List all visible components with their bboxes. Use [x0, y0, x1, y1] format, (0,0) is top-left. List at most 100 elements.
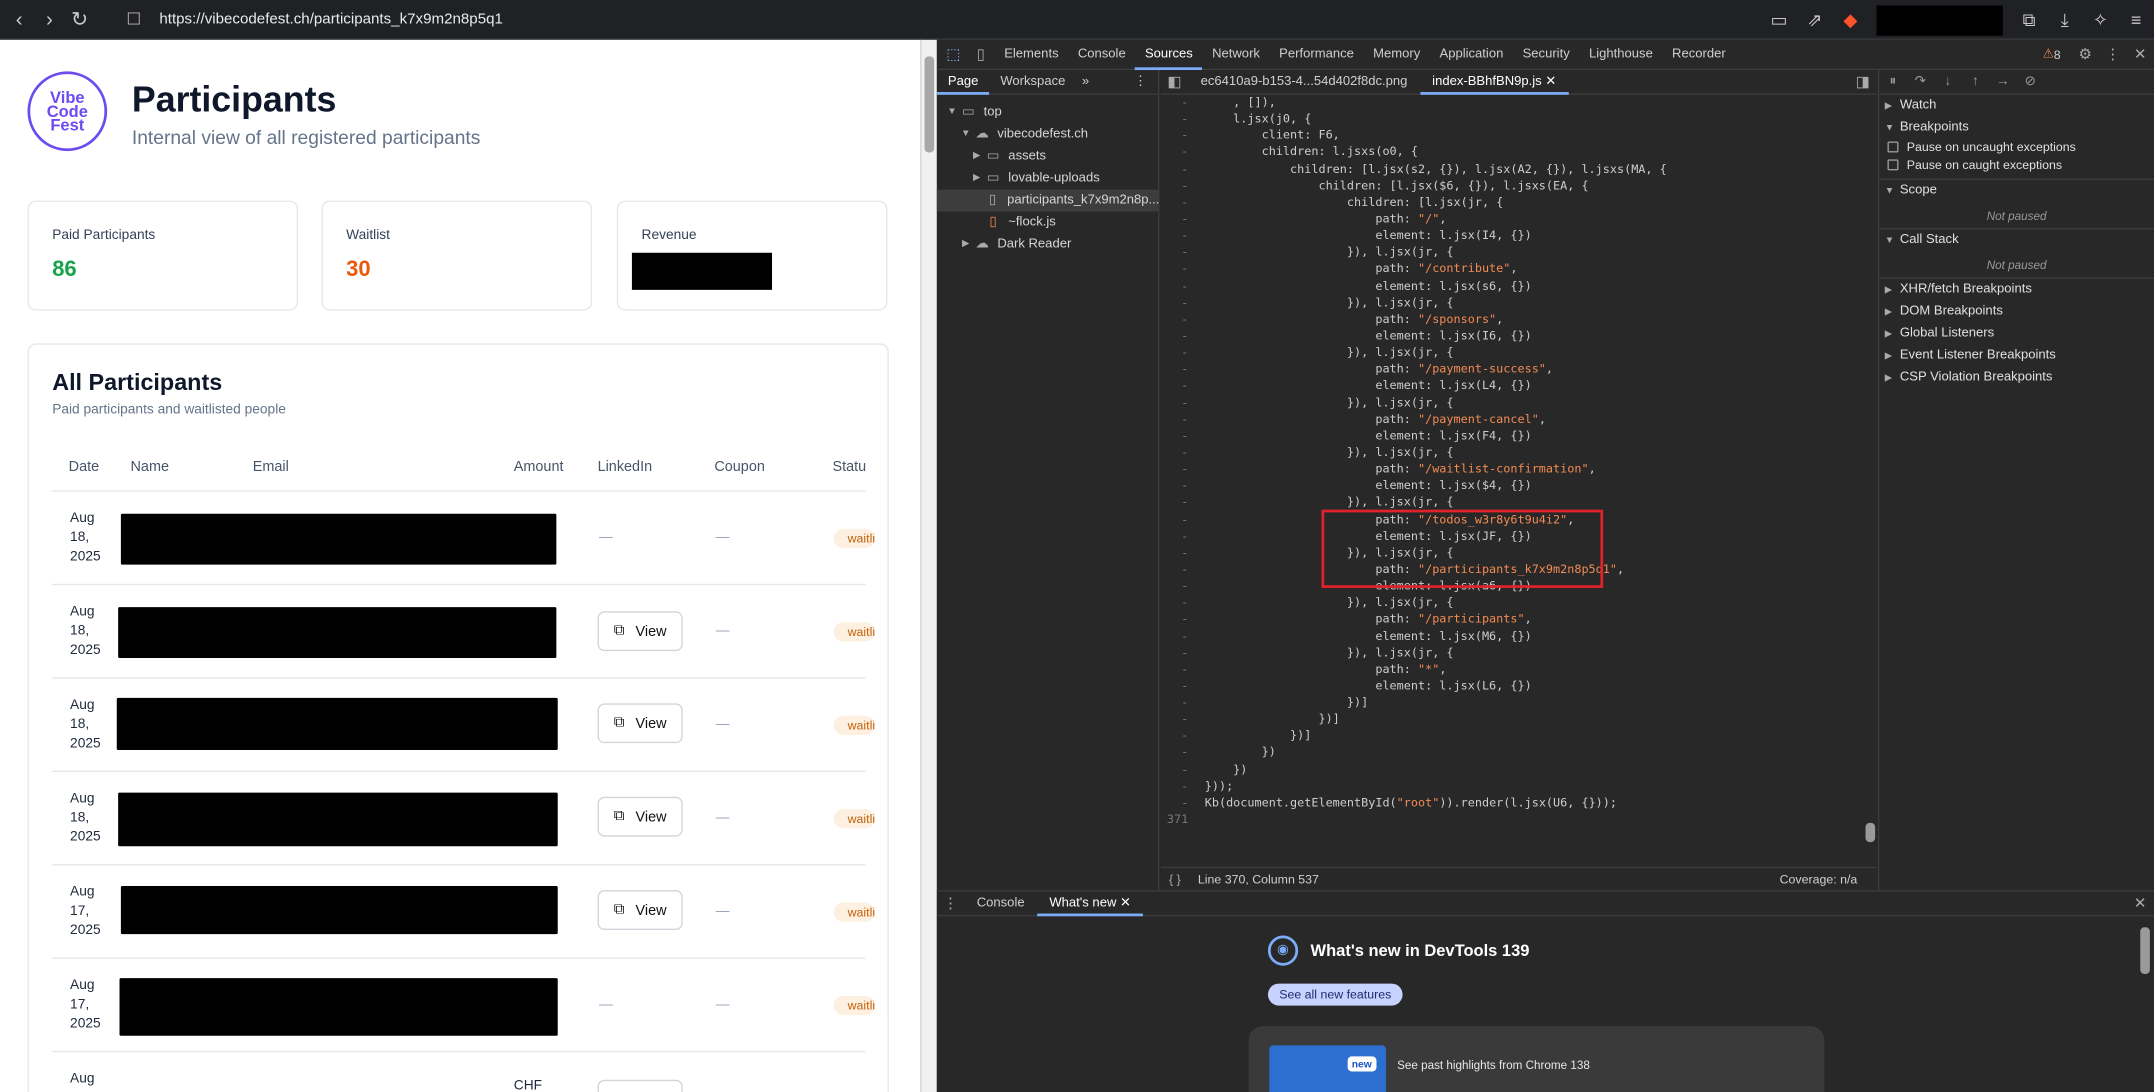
warning-icon[interactable]: ⚠ — [2043, 47, 2054, 62]
line-number[interactable]: - — [1161, 779, 1205, 796]
code-line[interactable]: - element: l.jsx($4, {}) — [1161, 478, 1864, 495]
editor-scrollbar[interactable] — [1864, 95, 1876, 867]
section-breakpoints[interactable]: ▼ Breakpoints — [1879, 117, 2154, 139]
drawer-tab-console[interactable]: Console — [964, 891, 1037, 916]
linkedin-view-button[interactable]: ⧉ View — [597, 703, 683, 744]
line-number[interactable]: - — [1161, 212, 1205, 229]
section-watch[interactable]: ▶ Watch — [1879, 95, 2154, 117]
download-icon[interactable]: ⤓ — [2047, 2, 2083, 38]
tab-elements[interactable]: Elements — [995, 39, 1069, 69]
line-number[interactable]: - — [1161, 528, 1205, 545]
reload-icon[interactable]: ↻ — [66, 5, 93, 32]
code-line[interactable]: - }), l.jsx(jr, { — [1161, 345, 1864, 362]
tab-security[interactable]: Security — [1513, 39, 1579, 69]
see-all-features-button[interactable]: See all new features — [1267, 983, 1403, 1006]
linkedin-view-button[interactable]: ⧉ View — [597, 796, 683, 837]
line-number[interactable]: - — [1161, 578, 1205, 595]
pause-caught-checkbox[interactable]: Pause on caught exceptions — [1879, 157, 2154, 175]
chevron-right-icon[interactable]: › — [36, 5, 63, 32]
code-line[interactable]: - }), l.jsx(jr, { — [1161, 445, 1864, 462]
line-number[interactable]: - — [1161, 645, 1205, 662]
code-line[interactable]: - element: l.jsx(F4, {}) — [1161, 428, 1864, 445]
toggle-navigator-icon[interactable]: ◧ — [1161, 73, 1188, 90]
line-number[interactable]: - — [1161, 628, 1205, 645]
code-line[interactable]: - })] — [1161, 695, 1864, 712]
share-icon[interactable]: ⇗ — [1797, 2, 1833, 38]
deactivate-breakpoints-icon[interactable]: ⊘ — [2017, 74, 2044, 89]
line-number[interactable]: - — [1161, 295, 1205, 312]
code-line[interactable]: - element: l.jsx(I6, {}) — [1161, 328, 1864, 345]
line-number[interactable]: - — [1161, 462, 1205, 479]
tab-workspace[interactable]: Workspace — [989, 69, 1076, 94]
tree-node-flock[interactable]: ▯ ~flock.js — [937, 212, 1160, 234]
linkedin-view-button[interactable] — [597, 1079, 683, 1092]
code-line[interactable]: - }), l.jsx(jr, { — [1161, 395, 1864, 412]
line-number[interactable]: - — [1161, 195, 1205, 212]
section-xhr-breakpoints[interactable]: ▶ XHR/fetch Breakpoints — [1879, 279, 2154, 301]
line-number[interactable]: - — [1161, 495, 1205, 512]
section-event-listener-breakpoints[interactable]: ▶ Event Listener Breakpoints — [1879, 345, 2154, 367]
drawer-menu-icon[interactable]: ⋮ — [937, 894, 964, 912]
line-number[interactable]: - — [1161, 395, 1205, 412]
tree-node-uploads[interactable]: ▶ ▭ lovable-uploads — [937, 168, 1160, 190]
inspect-icon[interactable]: ⬚ — [940, 45, 967, 63]
scrollbar-thumb[interactable] — [924, 56, 935, 153]
line-number[interactable]: - — [1161, 662, 1205, 679]
code-line[interactable]: - element: l.jsx(L6, {}) — [1161, 679, 1864, 696]
code-line[interactable]: - path: "/payment-cancel", — [1161, 412, 1864, 429]
code-line[interactable]: - client: F6, — [1161, 128, 1864, 145]
code-line[interactable]: -})); — [1161, 779, 1864, 796]
section-csp-breakpoints[interactable]: ▶ CSP Violation Breakpoints — [1879, 367, 2154, 389]
editor-tab-png[interactable]: ec6410a9-b153-4...54d402f8dc.png — [1188, 69, 1420, 94]
pause-icon[interactable]: ⏸ — [1879, 74, 1906, 89]
tree-node-domain[interactable]: ▼ ☁ vibecodefest.ch — [937, 124, 1160, 146]
code-line[interactable]: - }) — [1161, 745, 1864, 762]
line-number[interactable]: - — [1161, 545, 1205, 562]
line-number[interactable]: - — [1161, 362, 1205, 379]
page-scrollbar[interactable] — [920, 39, 937, 1092]
cast-icon[interactable]: ▭ — [1761, 2, 1797, 38]
linkedin-view-button[interactable]: ⧉ View — [597, 890, 683, 931]
line-number[interactable]: - — [1161, 695, 1205, 712]
tree-node-dark-reader[interactable]: ▶ ☁ Dark Reader — [937, 234, 1160, 256]
section-scope[interactable]: ▼ Scope — [1879, 180, 2154, 202]
code-line[interactable]: - })] — [1161, 729, 1864, 746]
leo-icon[interactable]: ✧ — [2083, 2, 2119, 38]
more-icon[interactable]: ⋮ — [2099, 45, 2126, 63]
code-line[interactable]: - path: "/participants", — [1161, 612, 1864, 629]
bookmark-icon[interactable]: ☐ — [126, 10, 148, 29]
line-number[interactable]: - — [1161, 262, 1205, 279]
close-icon[interactable]: ✕ — [1120, 895, 1131, 910]
more-icon[interactable]: ⋮ — [1123, 69, 1158, 94]
tab-page[interactable]: Page — [936, 69, 990, 95]
line-number[interactable]: - — [1161, 312, 1205, 329]
gear-icon[interactable]: ⚙ — [2072, 45, 2099, 63]
line-number[interactable]: - — [1161, 111, 1205, 128]
line-number[interactable]: - — [1161, 228, 1205, 245]
menu-icon[interactable]: ≡ — [2118, 2, 2154, 38]
tab-sources[interactable]: Sources — [1135, 39, 1203, 70]
linkedin-view-button[interactable]: ⧉ View — [597, 611, 683, 652]
code-line[interactable]: - path: "*", — [1161, 662, 1864, 679]
step-into-icon[interactable]: ↓ — [1934, 74, 1961, 89]
section-dom-breakpoints[interactable]: ▶ DOM Breakpoints — [1879, 301, 2154, 323]
code-line[interactable]: - element: l.jsx(s6, {}) — [1161, 278, 1864, 295]
line-number[interactable]: - — [1161, 712, 1205, 729]
more-tabs-icon[interactable]: » — [1076, 69, 1094, 94]
tab-network[interactable]: Network — [1202, 39, 1269, 69]
line-number[interactable]: 371 — [1161, 812, 1205, 829]
tab-lighthouse[interactable]: Lighthouse — [1579, 39, 1662, 69]
pause-uncaught-checkbox[interactable]: Pause on uncaught exceptions — [1879, 139, 2154, 157]
tree-node-participants[interactable]: ▯ participants_k7x9m2n8p... — [936, 189, 1160, 212]
code-line[interactable]: - element: l.jsx(M6, {}) — [1161, 628, 1864, 645]
line-number[interactable]: - — [1161, 278, 1205, 295]
step-over-icon[interactable]: ↷ — [1907, 74, 1934, 89]
code-line[interactable]: - l.jsx(j0, { — [1161, 111, 1864, 128]
line-number[interactable]: - — [1161, 595, 1205, 612]
code-line[interactable]: - Kb(document.getElementById("root")).ren… — [1161, 795, 1864, 812]
line-number[interactable]: - — [1161, 679, 1205, 696]
device-toolbar-icon[interactable]: ▯ — [967, 45, 994, 63]
line-number[interactable]: - — [1161, 145, 1205, 162]
section-global-listeners[interactable]: ▶ Global Listeners — [1879, 323, 2154, 345]
line-number[interactable]: - — [1161, 445, 1205, 462]
